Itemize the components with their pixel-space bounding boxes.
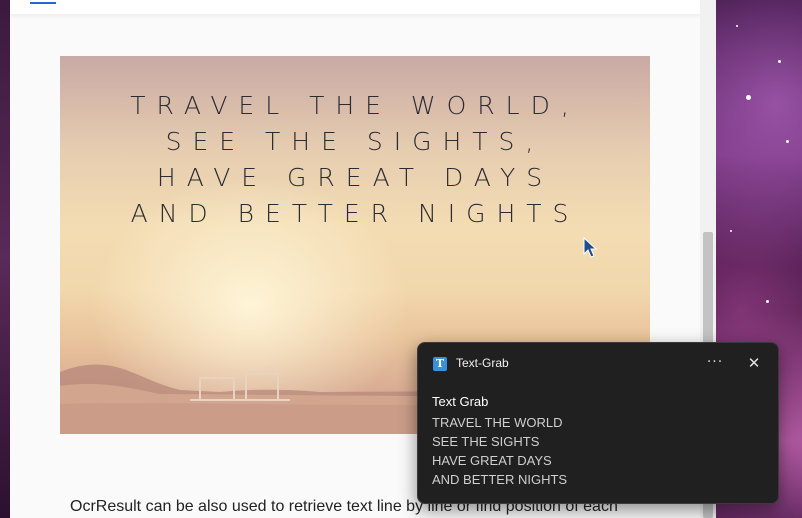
image-text-line: HAVE GREAT DAYS xyxy=(156,163,554,192)
notification-title: Text Grab xyxy=(432,394,489,409)
image-caption: TRAVEL THE WORLD, SEE THE SIGHTS, HAVE G… xyxy=(60,88,650,232)
image-text-line: SEE THE SIGHTS, xyxy=(165,127,545,156)
star xyxy=(736,25,738,27)
notification-app-name: Text-Grab xyxy=(456,356,509,370)
desktop-wallpaper-left xyxy=(0,0,10,518)
mouse-cursor-icon xyxy=(583,237,598,258)
close-notification-button[interactable]: ✕ xyxy=(744,353,764,373)
image-text-line: AND BETTER NIGHTS xyxy=(130,199,580,228)
menu-icon[interactable] xyxy=(30,0,56,4)
star xyxy=(766,300,769,303)
text-grab-notification[interactable]: T Text-Grab ··· ✕ Text Grab TRAVEL THE W… xyxy=(417,342,779,504)
more-options-button[interactable]: ··· xyxy=(704,353,726,373)
notification-line: AND BETTER NIGHTS xyxy=(432,472,568,487)
star xyxy=(730,230,732,232)
star xyxy=(746,95,751,100)
star xyxy=(786,140,789,143)
image-text-line: TRAVEL THE WORLD, xyxy=(130,91,580,120)
notification-line: HAVE GREAT DAYS xyxy=(432,453,552,468)
text-grab-icon: T xyxy=(433,357,447,371)
notification-line: TRAVEL THE WORLD xyxy=(432,415,563,430)
star xyxy=(778,60,781,63)
notification-body: TRAVEL THE WORLD SEE THE SIGHTS HAVE GRE… xyxy=(432,413,567,489)
notification-line: SEE THE SIGHTS xyxy=(432,434,540,449)
page-header xyxy=(10,0,700,14)
